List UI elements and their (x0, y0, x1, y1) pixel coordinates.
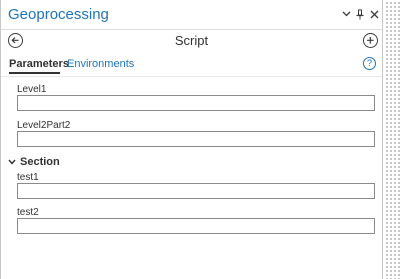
param-label-level2part2: Level2Part2 (17, 120, 71, 131)
tab-environments[interactable]: Environments (67, 58, 134, 70)
param-label-test2: test2 (17, 207, 39, 218)
param-label-test1: test1 (17, 172, 39, 183)
chevron-down-icon (8, 159, 16, 165)
question-circle-icon[interactable]: ? (363, 57, 376, 70)
param-input-level2part2[interactable] (17, 131, 375, 147)
param-label-level1: Level1 (17, 84, 47, 95)
param-input-test2[interactable] (17, 218, 375, 234)
geoprocessing-pane: Geoprocessing Script Parameters Environm… (0, 0, 383, 279)
param-input-level1[interactable] (17, 95, 375, 111)
param-input-test1[interactable] (17, 183, 375, 199)
pin-icon[interactable] (353, 6, 367, 22)
active-tab-indicator (9, 72, 60, 74)
dock-grip-edge (384, 0, 400, 279)
tab-parameters[interactable]: Parameters (9, 58, 69, 70)
tab-divider (1, 76, 382, 77)
chevron-down-icon[interactable] (339, 6, 353, 22)
section-label: Section (20, 155, 60, 168)
tool-title: Script (174, 33, 209, 48)
header-divider (1, 29, 382, 30)
pane-header: Geoprocessing (1, 0, 382, 30)
section-header[interactable]: Section (8, 155, 60, 168)
close-icon[interactable] (367, 6, 381, 22)
plus-circle-icon (367, 37, 374, 44)
add-button[interactable] (363, 33, 378, 48)
pane-title: Geoprocessing (8, 6, 109, 23)
